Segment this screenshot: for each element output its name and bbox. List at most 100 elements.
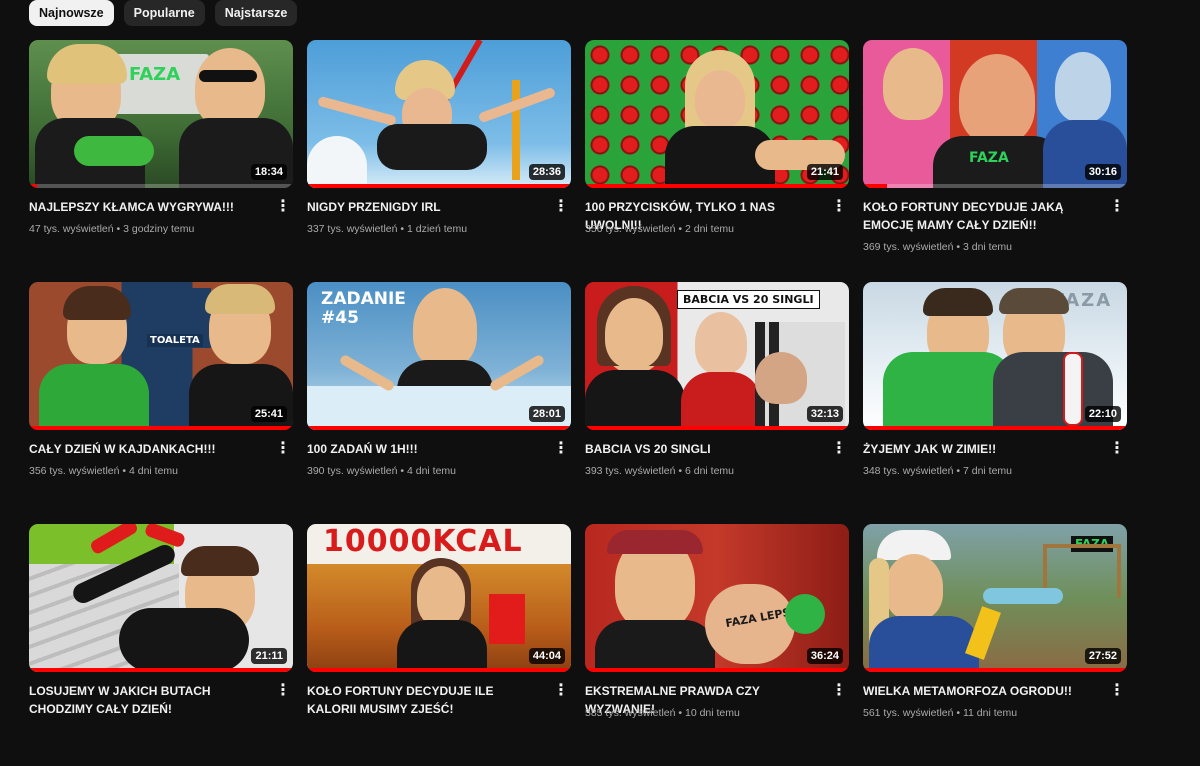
video-title[interactable]: NIGDY PRZENIGDY IRL [307,198,537,216]
upload-age: 4 dni temu [406,465,457,477]
video-title[interactable]: CAŁY DZIEŃ W KAJDANKACH!!! [29,440,259,458]
watch-progress [585,426,849,430]
kebab-vertical-icon[interactable]: ⋮ [831,199,847,218]
video-card[interactable]: TOALETA 25:41 CAŁY DZIEŃ W KAJDANKACH!!!… [29,282,293,524]
upload-age: 6 dni temu [684,465,735,477]
watch-progress [29,184,37,188]
video-thumbnail[interactable]: FAZA 30:16 [863,40,1127,188]
video-card[interactable]: 21:11 LOSUJEMY W JAKICH BUTACH CHODZIMY … [29,524,293,766]
watch-progress [307,668,571,672]
view-count: 393 tys. wyświetleń [585,465,676,477]
video-card[interactable]: 28:36 NIGDY PRZENIGDY IRL ⋮ 337 tys. wyś… [307,40,571,282]
kebab-vertical-icon[interactable]: ⋮ [1109,441,1125,460]
kebab-vertical-icon[interactable]: ⋮ [275,683,291,702]
chip-najstarsze[interactable]: Najstarsze [214,0,298,26]
video-card[interactable]: FAZA LEPSZA 36:24 EKSTREMALNE PRAWDA CZY… [585,524,849,766]
duration-badge: 30:16 [1084,164,1121,180]
duration-badge: 27:52 [1084,648,1121,664]
watch-progress [863,426,1127,430]
video-card[interactable]: BABCIA VS 20 SINGLI 32:13 BABCIA VS 20 S… [585,282,849,524]
video-meta: 561 tys. wyświetleń • 11 dni temu [863,707,1018,719]
duration-badge: 22:10 [1084,406,1121,422]
view-count: 369 tys. wyświetleń [863,241,954,253]
video-thumbnail[interactable]: FAZA 22:10 [863,282,1127,430]
kebab-vertical-icon[interactable]: ⋮ [553,441,569,460]
duration-badge: 25:41 [250,406,287,422]
upload-age: 11 dni temu [962,707,1018,719]
upload-age: 10 dni temu [684,707,740,719]
duration-badge: 21:11 [251,648,287,664]
thumbnail-text: TOALETA [147,334,203,347]
upload-age: 3 godziny temu [123,223,195,235]
video-thumbnail[interactable]: FAZA 27:52 [863,524,1127,672]
kebab-vertical-icon[interactable]: ⋮ [831,683,847,702]
video-title[interactable]: KOŁO FORTUNY DECYDUJE ILE KALORII MUSIMY… [307,682,537,718]
video-card[interactable]: FAZA 18:34 NAJLEPSZY KŁAMCA WYGRYWA!!! ⋮… [29,40,293,282]
video-title[interactable]: ŻYJEMY JAK W ZIMIE!! [863,440,1093,458]
chip-popularne[interactable]: Popularne [123,0,205,26]
video-title[interactable]: BABCIA VS 20 SINGLI [585,440,815,458]
video-meta: 47 tys. wyświetleń • 3 godziny temu [29,223,195,235]
thumbnail-text: 10000KCAL [323,524,523,559]
view-count: 356 tys. wyświetleń [585,223,676,235]
watch-progress [863,184,887,188]
video-meta: 390 tys. wyświetleń • 4 dni temu [307,465,457,477]
thumbnail-text: ZADANIE #45 [321,289,406,328]
kebab-vertical-icon[interactable]: ⋮ [553,683,569,702]
upload-age: 2 dni temu [684,223,735,235]
video-card[interactable]: FAZA 27:52 WIELKA METAMORFOZA OGRODU!! ⋮… [863,524,1127,766]
watch-progress [29,668,293,672]
kebab-vertical-icon[interactable]: ⋮ [1109,199,1125,218]
thumbnail-text: BABCIA VS 20 SINGLI [677,290,820,309]
duration-badge: 21:41 [806,164,843,180]
kebab-vertical-icon[interactable]: ⋮ [553,199,569,218]
watch-progress [585,184,849,188]
video-title[interactable]: LOSUJEMY W JAKICH BUTACH CHODZIMY CAŁY D… [29,682,259,718]
thumbnail-text: FAZA [129,64,181,85]
video-grid: FAZA 18:34 NAJLEPSZY KŁAMCA WYGRYWA!!! ⋮… [29,40,1127,766]
watch-progress [863,668,1127,672]
video-thumbnail[interactable]: 21:41 [585,40,849,188]
video-card[interactable]: FAZA 30:16 KOŁO FORTUNY DECYDUJE JAKĄ EM… [863,40,1127,282]
view-count: 337 tys. wyświetleń [307,223,398,235]
video-thumbnail[interactable]: 21:11 [29,524,293,672]
video-title[interactable]: WIELKA METAMORFOZA OGRODU!! [863,682,1093,700]
video-meta: 393 tys. wyświetleń • 6 dni temu [585,465,735,477]
view-count: 47 tys. wyświetleń [29,223,114,235]
watch-progress [585,668,849,672]
watch-progress [307,426,571,430]
video-card[interactable]: ZADANIE #45 28:01 100 ZADAŃ W 1H!!! ⋮ 39… [307,282,571,524]
duration-badge: 18:34 [250,164,287,180]
kebab-vertical-icon[interactable]: ⋮ [275,441,291,460]
kebab-vertical-icon[interactable]: ⋮ [1109,683,1125,702]
view-count: 390 tys. wyświetleń [307,465,398,477]
duration-badge: 32:13 [806,406,843,422]
upload-age: 7 dni temu [962,465,1013,477]
upload-age: 3 dni temu [962,241,1013,253]
video-thumbnail[interactable]: FAZA 18:34 [29,40,293,188]
video-card[interactable]: FAZA 22:10 ŻYJEMY JAK W ZIMIE!! ⋮ 348 ty… [863,282,1127,524]
kebab-vertical-icon[interactable]: ⋮ [275,199,291,218]
filter-chips: Najnowsze Popularne Najstarsze [29,0,298,26]
video-title[interactable]: NAJLEPSZY KŁAMCA WYGRYWA!!! [29,198,259,216]
video-thumbnail[interactable]: TOALETA 25:41 [29,282,293,430]
video-thumbnail[interactable]: BABCIA VS 20 SINGLI 32:13 [585,282,849,430]
chip-najnowsze[interactable]: Najnowsze [29,0,114,26]
video-title[interactable]: KOŁO FORTUNY DECYDUJE JAKĄ EMOCJĘ MAMY C… [863,198,1093,234]
watch-progress [307,184,571,188]
video-meta: 356 tys. wyświetleń • 4 dni temu [29,465,179,477]
video-card[interactable]: 10000KCAL 44:04 KOŁO FORTUNY DECYDUJE IL… [307,524,571,766]
duration-badge: 36:24 [806,648,843,664]
video-thumbnail[interactable]: 10000KCAL 44:04 [307,524,571,672]
video-meta: 369 tys. wyświetleń • 3 dni temu [863,241,1013,253]
video-thumbnail[interactable]: FAZA LEPSZA 36:24 [585,524,849,672]
watch-progress [29,426,293,430]
video-thumbnail[interactable]: 28:36 [307,40,571,188]
video-card[interactable]: 21:41 100 PRZYCISKÓW, TYLKO 1 NAS UWOLNI… [585,40,849,282]
video-meta: 585 tys. wyświetleń • 10 dni temu [585,707,740,719]
duration-badge: 28:36 [528,164,565,180]
video-title[interactable]: 100 ZADAŃ W 1H!!! [307,440,537,458]
video-thumbnail[interactable]: ZADANIE #45 28:01 [307,282,571,430]
kebab-vertical-icon[interactable]: ⋮ [831,441,847,460]
duration-badge: 28:01 [528,406,565,422]
